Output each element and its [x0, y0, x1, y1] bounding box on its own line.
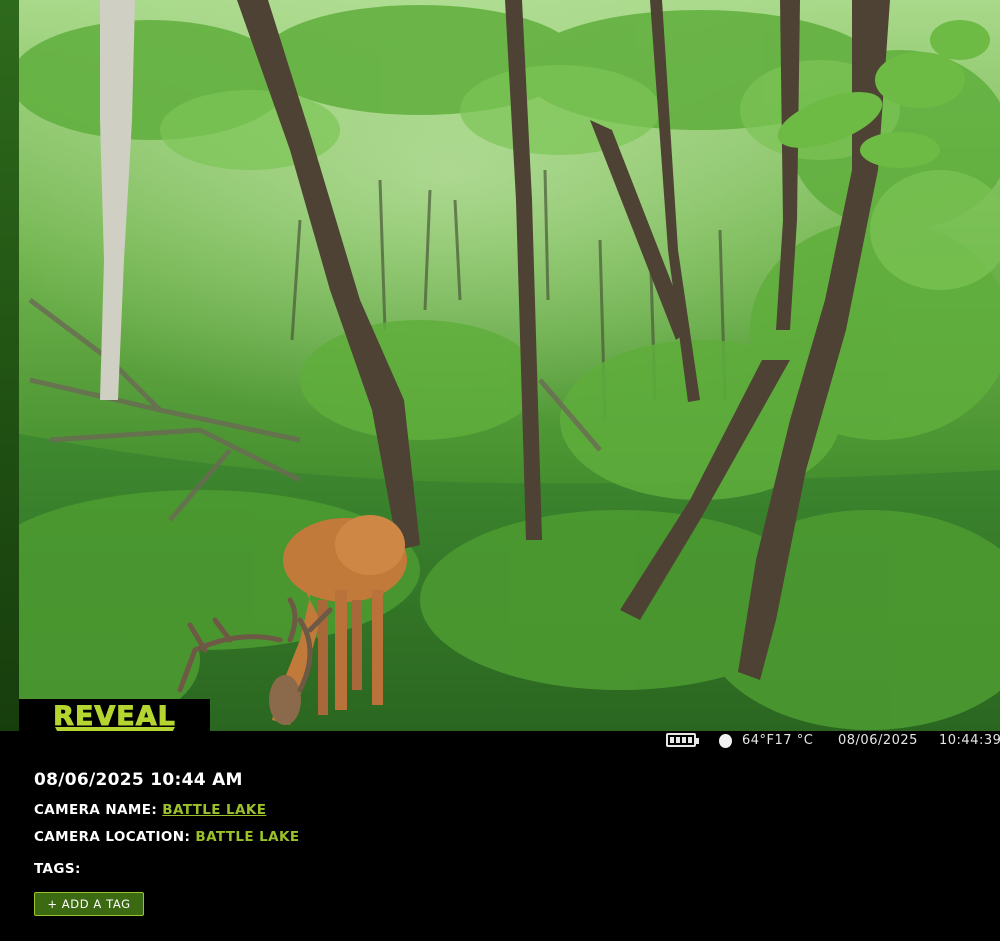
forest-image	[0, 0, 1000, 731]
left-foliage-strip	[0, 0, 19, 731]
add-tag-button[interactable]: + ADD A TAG	[34, 892, 144, 916]
battery-icon	[666, 733, 699, 747]
camera-location-value: BATTLE LAKE	[195, 829, 300, 845]
stamp-date: 08/06/2025	[838, 733, 918, 748]
capture-datetime: 08/06/2025 10:44 AM	[34, 770, 243, 790]
stamp-time: 10:44:39	[939, 733, 1000, 748]
tags-label: TAGS:	[34, 861, 81, 877]
moon-phase-icon	[719, 734, 732, 748]
trail-camera-photo	[0, 0, 1000, 731]
camera-name-link[interactable]: BATTLE LAKE	[162, 802, 266, 818]
camera-location-label: CAMERA LOCATION:	[34, 829, 191, 845]
camera-status-bar: 64°F17 °C 08/06/2025 10:44:39	[0, 731, 1000, 751]
temperature-readout: 64°F17 °C	[742, 733, 814, 748]
camera-name-label: CAMERA NAME:	[34, 802, 158, 818]
camera-location-row: CAMERA LOCATION: BATTLE LAKE	[34, 829, 299, 845]
camera-name-row: CAMERA NAME: BATTLE LAKE	[34, 802, 266, 818]
